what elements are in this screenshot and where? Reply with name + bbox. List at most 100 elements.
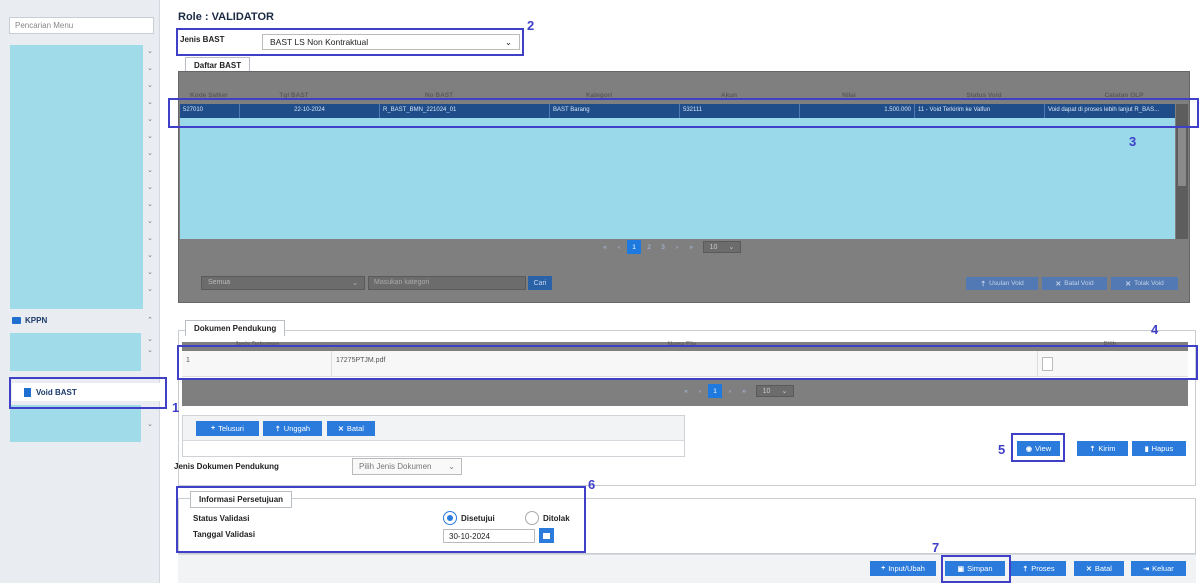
sidebar-menu-group[interactable] xyxy=(10,333,141,371)
folder-icon xyxy=(12,317,21,324)
page-size-select[interactable]: 10 ⌄ xyxy=(703,241,741,253)
sidebar-menu-group[interactable] xyxy=(10,45,143,309)
chevron-down-icon[interactable]: ⌄ xyxy=(145,115,155,123)
chevron-down-icon[interactable]: ⌄ xyxy=(145,251,155,259)
chevron-down-icon[interactable]: ⌄ xyxy=(145,47,155,55)
close-icon: ✕ xyxy=(1055,280,1062,288)
jenis-dokumen-label: Jenis Dokumen Pendukung xyxy=(174,462,279,471)
annotation-label-7: 7 xyxy=(932,540,940,555)
chevron-down-icon[interactable]: ⌄ xyxy=(145,64,155,72)
page-button[interactable]: 1 xyxy=(708,384,722,398)
upload-icon: ⇡ xyxy=(1022,565,1029,573)
tab-dokumen-pendukung[interactable]: Dokumen Pendukung xyxy=(185,320,286,336)
button-label: Unggah xyxy=(283,424,311,433)
menu-search-input[interactable]: Pencarian Menu xyxy=(9,17,154,34)
page-button[interactable]: 2 xyxy=(643,241,655,253)
page-button[interactable]: 3 xyxy=(657,241,669,253)
chevron-down-icon[interactable]: ⌄ xyxy=(145,98,155,106)
chevron-down-icon: ⌄ xyxy=(352,280,358,287)
button-label: Proses xyxy=(1031,564,1055,573)
last-page-icon[interactable]: » xyxy=(685,241,697,253)
button-label: Batal xyxy=(346,424,364,433)
page-title: Role : VALIDATOR xyxy=(178,11,274,23)
annotation-box-6 xyxy=(176,486,586,553)
page-size-select[interactable]: 10 ⌄ xyxy=(756,385,794,397)
kirim-button[interactable]: ⇡ Kirim xyxy=(1077,441,1128,456)
chevron-down-icon[interactable]: ⌄ xyxy=(145,285,155,293)
tolak-void-button[interactable]: ✕ Tolak Void xyxy=(1111,277,1178,290)
sidebar-item-kppn[interactable]: KPPN xyxy=(12,316,47,325)
upload-icon: ⇡ xyxy=(274,425,281,433)
button-label: Keluar xyxy=(1152,564,1174,573)
chevron-up-icon[interactable]: ⌃ xyxy=(145,316,155,324)
button-label: Input/Ubah xyxy=(888,564,925,573)
chevron-down-icon: ⌄ xyxy=(728,244,735,251)
chevron-down-icon[interactable]: ⌄ xyxy=(145,234,155,242)
bast-table-body xyxy=(180,118,1175,239)
upload-icon: ⇡ xyxy=(980,280,987,288)
page-size-value: 10 xyxy=(709,243,718,251)
prev-page-icon[interactable]: ‹ xyxy=(613,241,625,253)
next-page-icon[interactable]: › xyxy=(724,385,736,397)
annotation-box-5 xyxy=(1011,433,1065,462)
button-label: Kirim xyxy=(1098,444,1116,453)
input-ubah-button[interactable]: + Input/Ubah xyxy=(870,561,936,576)
chevron-down-icon[interactable]: ⌄ xyxy=(145,346,155,354)
trash-icon: ▮ xyxy=(1144,445,1149,453)
app-root: Pencarian Menu ⌄ ⌄ ⌄ ⌄ ⌄ ⌄ ⌄ ⌄ ⌄ ⌄ ⌄ ⌄ ⌄… xyxy=(0,0,1204,583)
first-page-icon[interactable]: « xyxy=(599,241,611,253)
chevron-down-icon: ⌄ xyxy=(448,462,455,471)
chevron-down-icon[interactable]: ⌄ xyxy=(145,183,155,191)
batal-void-button[interactable]: ✕ Batal Void xyxy=(1042,277,1107,290)
batal-button[interactable]: ✕ Batal xyxy=(1074,561,1124,576)
kategori-search-input[interactable]: Masukan kategori xyxy=(368,276,526,290)
jenis-dokumen-select[interactable]: Pilih Jenis Dokumen ⌄ xyxy=(352,458,462,475)
telusuri-button[interactable]: + Telusuri xyxy=(196,421,259,436)
annotation-box-1 xyxy=(9,377,167,409)
dokumen-pager: « ‹ 1 › » 10 ⌄ xyxy=(680,384,794,398)
jenis-dokumen-placeholder: Pilih Jenis Dokumen xyxy=(359,462,432,471)
button-label: Batal xyxy=(1094,564,1112,573)
annotation-label-3: 3 xyxy=(1129,134,1137,149)
prev-page-icon[interactable]: ‹ xyxy=(694,385,706,397)
sidebar-menu-group[interactable] xyxy=(10,405,141,442)
chevron-down-icon[interactable]: ⌄ xyxy=(145,268,155,276)
proses-button[interactable]: ⇡ Proses xyxy=(1011,561,1066,576)
chevron-down-icon: ⌄ xyxy=(781,388,788,395)
annotation-box-2 xyxy=(176,28,524,56)
usulan-void-button[interactable]: ⇡ Usulan Void xyxy=(966,277,1038,290)
chevron-down-icon[interactable]: ⌄ xyxy=(145,200,155,208)
page-button[interactable]: 1 xyxy=(627,240,641,254)
scrollbar-thumb[interactable] xyxy=(1178,126,1186,186)
button-label: Batal Void xyxy=(1064,280,1094,287)
page-size-value: 10 xyxy=(762,387,771,395)
chevron-down-icon[interactable]: ⌄ xyxy=(145,149,155,157)
sidebar: Pencarian Menu ⌄ ⌄ ⌄ ⌄ ⌄ ⌄ ⌄ ⌄ ⌄ ⌄ ⌄ ⌄ ⌄… xyxy=(0,0,160,583)
chevron-down-icon[interactable]: ⌄ xyxy=(145,81,155,89)
unggah-button[interactable]: ⇡ Unggah xyxy=(263,421,322,436)
chevron-down-icon[interactable]: ⌄ xyxy=(145,166,155,174)
chevron-down-icon[interactable]: ⌄ xyxy=(145,132,155,140)
sidebar-item-label: KPPN xyxy=(25,316,48,325)
close-icon: ✕ xyxy=(338,425,344,433)
close-icon: ✕ xyxy=(1086,565,1092,573)
first-page-icon[interactable]: « xyxy=(680,385,692,397)
last-page-icon[interactable]: » xyxy=(738,385,750,397)
annotation-label-4: 4 xyxy=(1151,322,1159,337)
annotation-label-1: 1 xyxy=(172,400,180,415)
plus-icon: + xyxy=(881,565,886,572)
chevron-down-icon[interactable]: ⌄ xyxy=(145,420,155,428)
chevron-down-icon[interactable]: ⌄ xyxy=(145,217,155,225)
hapus-button[interactable]: ▮ Hapus xyxy=(1132,441,1186,456)
annotation-label-5: 5 xyxy=(998,442,1006,457)
cari-button[interactable]: Cari xyxy=(528,276,552,290)
annotation-label-6: 6 xyxy=(588,477,596,492)
next-page-icon[interactable]: › xyxy=(671,241,683,253)
upload-icon: ⇡ xyxy=(1089,445,1096,453)
filter-select[interactable]: Semua ⌄ xyxy=(201,276,365,290)
button-label: Tolak Void xyxy=(1134,280,1164,287)
batal-upload-button[interactable]: ✕ Batal xyxy=(327,421,375,436)
chevron-down-icon[interactable]: ⌄ xyxy=(145,335,155,343)
annotation-box-3 xyxy=(168,98,1199,128)
keluar-button[interactable]: ⇥ Keluar xyxy=(1131,561,1186,576)
